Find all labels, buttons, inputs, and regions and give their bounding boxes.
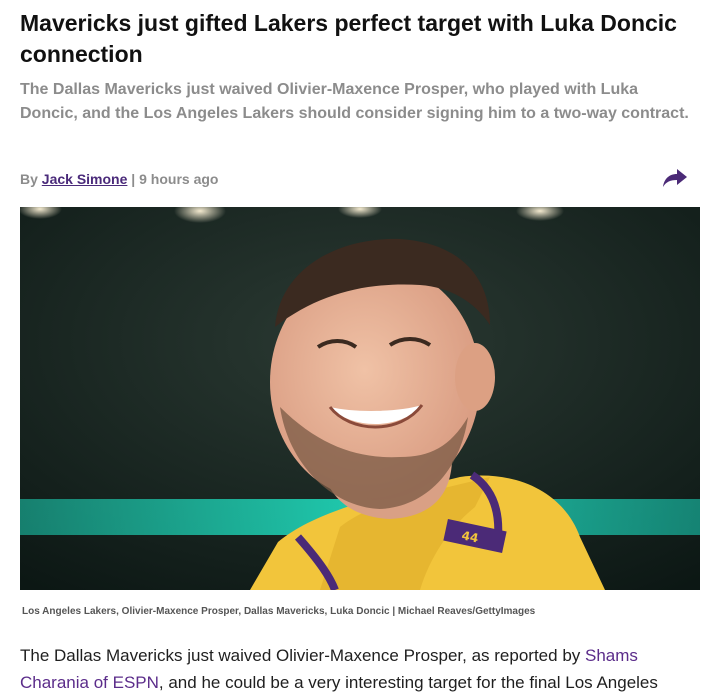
body-text-end: , and he could be a very interesting tar… [158,673,658,692]
share-arrow-icon [663,169,687,187]
hero-photo: 44 [20,207,700,590]
byline: By Jack Simone | 9 hours ago [20,169,218,189]
byline-separator: | [131,171,136,187]
article-dek: The Dallas Mavericks just waived Olivier… [20,81,689,122]
image-caption: Los Angeles Lakers, Olivier-Maxence Pros… [22,606,536,617]
body-text-start: The Dallas Mavericks just waived Olivier… [20,646,581,665]
share-button[interactable] [660,164,690,192]
article-body-paragraph: The Dallas Mavericks just waived Olivier… [20,642,700,696]
byline-prefix: By [20,171,38,187]
article-headline: Mavericks just gifted Lakers perfect tar… [20,10,677,67]
author-link[interactable]: Jack Simone [42,171,128,187]
article: Mavericks just gifted Lakers perfect tar… [0,0,720,694]
publish-time: 9 hours ago [139,171,219,187]
hero-image: 44 [20,207,700,590]
